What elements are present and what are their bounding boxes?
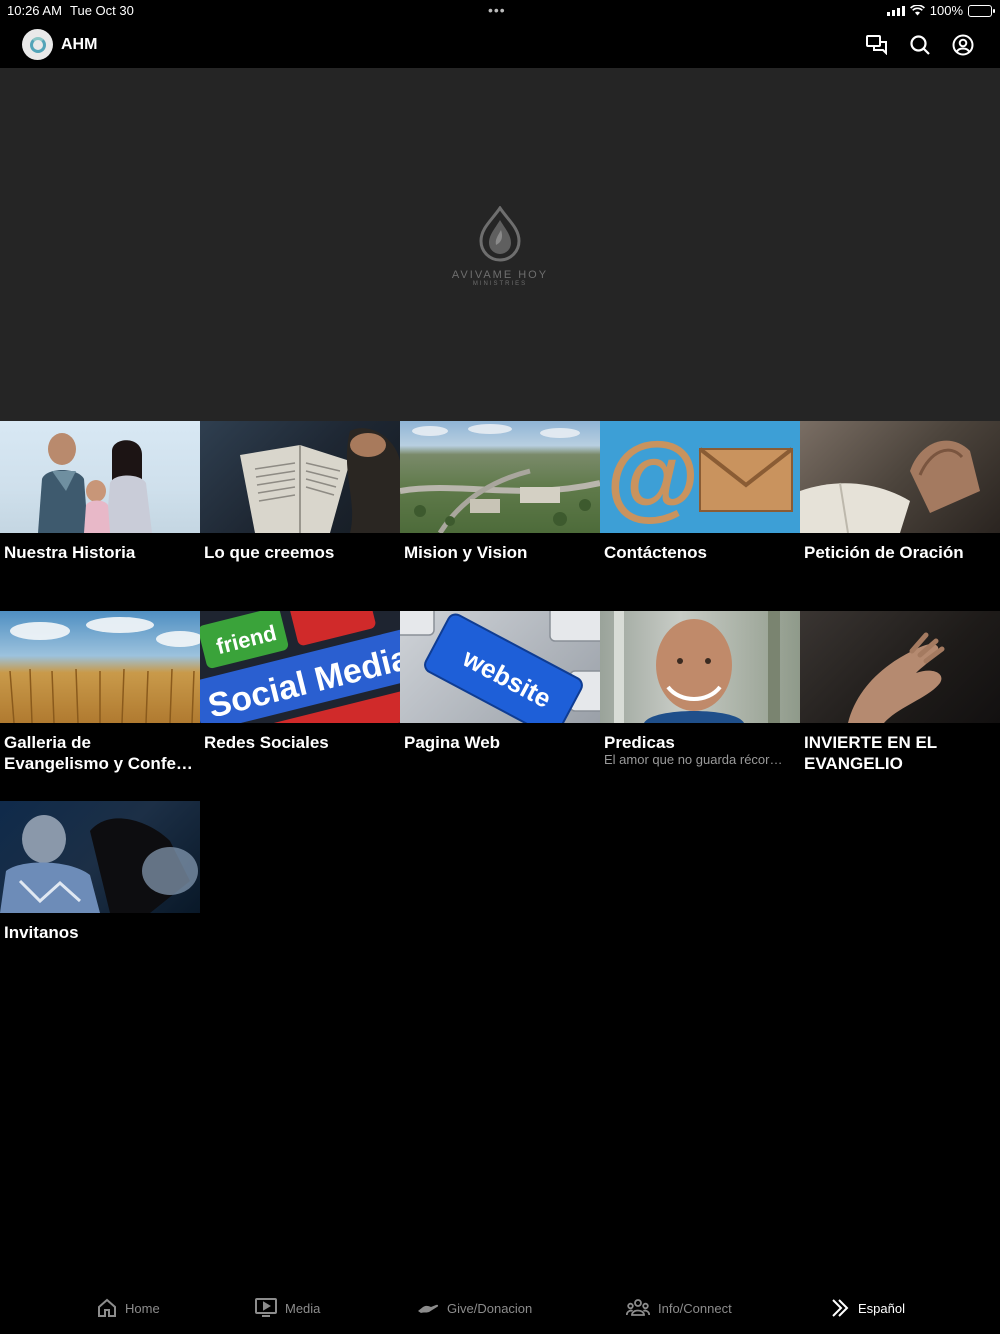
tab-home[interactable]: Home — [97, 1298, 160, 1318]
people-icon — [626, 1299, 650, 1316]
tab-label: Home — [125, 1300, 160, 1316]
chevrons-right-icon — [832, 1299, 849, 1317]
tile-title: INVIERTE EN EL EVANGELIO — [804, 733, 937, 773]
tile-predicas[interactable]: Predicas El amor que no guarda récor… — [600, 611, 800, 801]
tile-image — [0, 611, 200, 723]
tile-title: Petición de Oración — [804, 543, 964, 562]
tab-label: Español — [858, 1300, 905, 1316]
tile-title: Predicas — [604, 733, 675, 752]
search-icon[interactable] — [908, 33, 932, 57]
status-date: Tue Oct 30 — [70, 3, 134, 18]
tile-image — [800, 421, 1000, 533]
ministry-name: AVIVAME HOY — [451, 269, 549, 281]
tile-image — [400, 421, 600, 533]
tile-title: Galleria de Evangelismo y Confe… — [4, 733, 193, 773]
tile-lo-que-creemos[interactable]: Lo que creemos — [200, 421, 400, 611]
tile-peticion-de-oracion[interactable]: Petición de Oración — [800, 421, 1000, 611]
app-title: AHM — [61, 36, 98, 53]
tile-title: Pagina Web — [404, 733, 501, 752]
logo-ring-icon — [29, 36, 46, 53]
tile-image: @ — [600, 421, 800, 533]
tile-galleria-de-evangelismo[interactable]: Galleria de Evangelismo y Confe… — [0, 611, 200, 801]
tab-info-connect[interactable]: Info/Connect — [626, 1298, 732, 1318]
tile-image — [0, 421, 200, 533]
tile-title: Mision y Vision — [404, 543, 528, 562]
tab-label: Media — [285, 1300, 321, 1316]
tile-invitanos[interactable]: Invitanos — [0, 801, 200, 991]
tile-image — [600, 611, 800, 723]
status-time: 10:26 AM — [7, 3, 62, 18]
battery-icon — [968, 4, 995, 17]
hero-banner[interactable]: AVIVAME HOY MINISTRIES — [0, 68, 1000, 421]
tab-media[interactable]: Media — [255, 1298, 320, 1318]
tab-give-donacion[interactable]: Give/Donacion — [417, 1298, 532, 1318]
tile-redes-sociales[interactable]: friend Social Media Redes Sociales — [200, 611, 400, 801]
wifi-icon — [909, 5, 925, 16]
top-nav: AHM — [0, 22, 1000, 68]
tile-image — [200, 421, 400, 533]
tile-pagina-web[interactable]: website Pagina Web — [400, 611, 600, 801]
tile-title: Invitanos — [4, 923, 79, 942]
tile-title: Nuestra Historia — [4, 543, 136, 562]
tab-bar: Home Media Give/Donacion Info/Connect Es… — [0, 1290, 1000, 1334]
tab-label: Give/Donacion — [447, 1300, 533, 1316]
tile-image: website — [400, 611, 600, 723]
tile-title: Contáctenos — [604, 543, 707, 562]
tab-label: Info/Connect — [658, 1300, 732, 1316]
account-icon[interactable] — [951, 33, 975, 57]
tile-contactenos[interactable]: @ Contáctenos — [600, 421, 800, 611]
multitasking-dots[interactable]: ••• — [488, 2, 506, 18]
tile-image — [800, 611, 1000, 723]
tile-title: Redes Sociales — [204, 733, 329, 752]
ministry-sub: MINISTRIES — [472, 281, 528, 287]
tile-image: friend Social Media — [200, 611, 400, 723]
tile-nuestra-historia[interactable]: Nuestra Historia — [0, 421, 200, 611]
tab-espanol[interactable]: Español — [830, 1298, 905, 1318]
battery-percent: 100% — [929, 3, 963, 18]
tile-invierte-en-el-evangelio[interactable]: INVIERTE EN EL EVANGELIO — [800, 611, 1000, 801]
status-bar: 10:26 AM Tue Oct 30 ••• 100% — [0, 0, 1000, 22]
cellular-signal-icon — [886, 5, 905, 16]
ministry-logo: AVIVAME HOY MINISTRIES — [450, 205, 550, 287]
svg-text:@: @ — [606, 423, 700, 530]
tile-title: Lo que creemos — [204, 543, 335, 562]
home-icon — [98, 1298, 116, 1317]
tile-image — [0, 801, 200, 913]
messages-icon[interactable] — [865, 33, 889, 57]
give-icon — [418, 1304, 439, 1313]
tile-mision-y-vision[interactable]: Mision y Vision — [400, 421, 600, 611]
tile-subtitle: El amor que no guarda récor… — [604, 752, 783, 767]
flame-drop-icon — [479, 205, 521, 262]
status-right: 100% — [886, 3, 995, 18]
media-icon — [255, 1298, 277, 1317]
app-logo[interactable] — [22, 29, 53, 60]
